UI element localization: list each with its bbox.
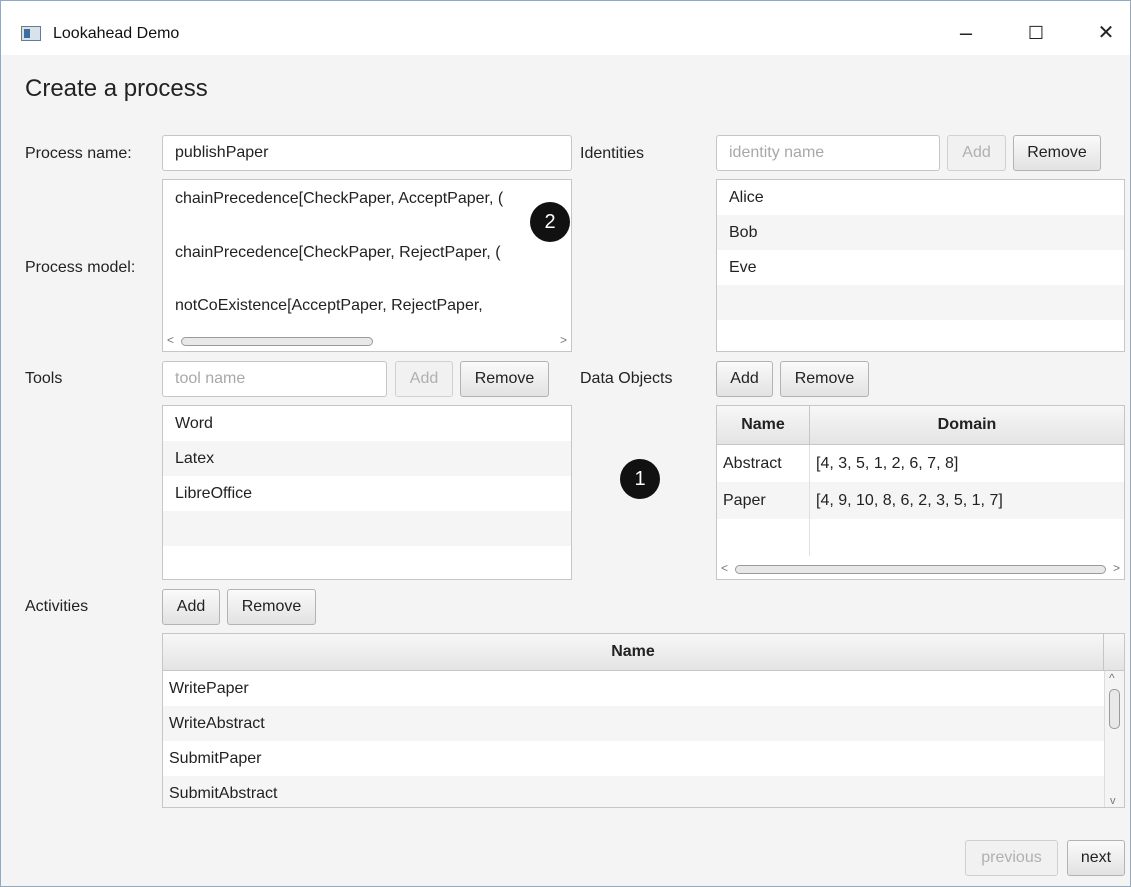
list-item[interactable]: LibreOffice <box>163 476 571 511</box>
scroll-left-icon[interactable]: < <box>167 333 174 347</box>
scrollbar-thumb[interactable] <box>735 565 1106 574</box>
model-line: notCoExistence[AcceptPaper, RejectPaper, <box>175 297 483 314</box>
process-name-input[interactable] <box>162 135 572 171</box>
horizontal-scrollbar[interactable]: < > <box>167 333 567 348</box>
add-identity-button[interactable]: Add <box>947 135 1006 171</box>
table-row[interactable]: WritePaper <box>163 671 1104 706</box>
tools-label: Tools <box>25 370 63 387</box>
model-line: chainPrecedence[CheckPaper, RejectPaper,… <box>175 244 501 261</box>
add-activity-button[interactable]: Add <box>162 589 220 625</box>
next-button[interactable]: next <box>1067 840 1125 876</box>
list-item[interactable]: Eve <box>717 250 1124 285</box>
list-item[interactable]: Word <box>163 406 571 441</box>
remove-identity-button[interactable]: Remove <box>1013 135 1101 171</box>
cell-domain: [4, 9, 10, 8, 6, 2, 3, 5, 1, 7] <box>816 491 1003 509</box>
activities-table[interactable]: Name WritePaper WriteAbstract SubmitPape… <box>162 633 1125 808</box>
list-item[interactable]: Latex <box>163 441 571 476</box>
scroll-right-icon[interactable]: > <box>560 333 567 347</box>
process-name-label: Process name: <box>25 145 132 162</box>
table-row[interactable]: WriteAbstract <box>163 706 1104 741</box>
table-row[interactable]: Abstract [4, 3, 5, 1, 2, 6, 7, 8] <box>717 444 1124 482</box>
add-data-object-button[interactable]: Add <box>716 361 773 397</box>
cell-domain: [4, 3, 5, 1, 2, 6, 7, 8] <box>816 454 959 472</box>
empty-row <box>717 519 1124 556</box>
page-title: Create a process <box>25 75 208 102</box>
activities-label: Activities <box>25 598 89 615</box>
column-header-domain[interactable]: Domain <box>809 406 1124 445</box>
remove-data-object-button[interactable]: Remove <box>780 361 869 397</box>
list-item[interactable]: Alice <box>717 180 1124 215</box>
vertical-scrollbar[interactable]: ^ v <box>1104 671 1124 807</box>
data-objects-table[interactable]: Name Domain Abstract [4, 3, 5, 1, 2, 6, … <box>716 405 1125 580</box>
empty-row <box>163 511 571 546</box>
column-header-name[interactable]: Name <box>717 406 810 445</box>
scroll-left-icon[interactable]: < <box>721 561 728 575</box>
add-tool-button[interactable]: Add <box>395 361 453 397</box>
horizontal-scrollbar[interactable]: < > <box>721 561 1120 576</box>
maximize-icon[interactable]: ☐ <box>1013 15 1059 51</box>
title-bar: Lookahead Demo – ☐ ✕ <box>1 1 1130 55</box>
callout-badge-2: 2 <box>530 202 570 242</box>
previous-button[interactable]: previous <box>965 840 1058 876</box>
empty-row <box>717 285 1124 320</box>
identities-list[interactable]: Alice Bob Eve <box>716 179 1125 352</box>
window-title: Lookahead Demo <box>53 25 180 42</box>
scrollbar-thumb[interactable] <box>181 337 373 346</box>
cell-name: Abstract <box>717 444 810 482</box>
process-model-label: Process model: <box>25 259 136 276</box>
column-header-name[interactable]: Name <box>163 634 1104 671</box>
remove-tool-button[interactable]: Remove <box>460 361 549 397</box>
table-row[interactable]: SubmitPaper <box>163 741 1104 776</box>
callout-badge-1: 1 <box>620 459 660 499</box>
app-icon <box>21 26 41 41</box>
identities-label: Identities <box>580 145 645 162</box>
list-item[interactable]: Bob <box>717 215 1124 250</box>
model-line: chainPrecedence[CheckPaper, AcceptPaper,… <box>175 190 504 207</box>
close-icon[interactable]: ✕ <box>1083 15 1129 51</box>
header-corner <box>1104 634 1124 671</box>
minimize-icon[interactable]: – <box>943 15 989 51</box>
process-model-list[interactable]: chainPrecedence[CheckPaper, AcceptPaper,… <box>162 179 572 352</box>
scrollbar-thumb[interactable] <box>1109 689 1120 729</box>
app-window: Lookahead Demo – ☐ ✕ Create a process Pr… <box>0 0 1131 887</box>
scroll-up-icon[interactable]: ^ <box>1109 671 1115 685</box>
tool-name-input[interactable] <box>162 361 387 397</box>
remove-activity-button[interactable]: Remove <box>227 589 316 625</box>
scroll-down-icon[interactable]: v <box>1110 795 1116 807</box>
table-row[interactable]: SubmitAbstract <box>163 776 1104 807</box>
identity-name-input[interactable] <box>716 135 940 171</box>
data-objects-label: Data Objects <box>580 370 673 387</box>
cell-name: Paper <box>717 482 810 519</box>
scroll-right-icon[interactable]: > <box>1113 561 1120 575</box>
table-row[interactable]: Paper [4, 9, 10, 8, 6, 2, 3, 5, 1, 7] <box>717 482 1124 519</box>
tools-list[interactable]: Word Latex LibreOffice <box>162 405 572 580</box>
